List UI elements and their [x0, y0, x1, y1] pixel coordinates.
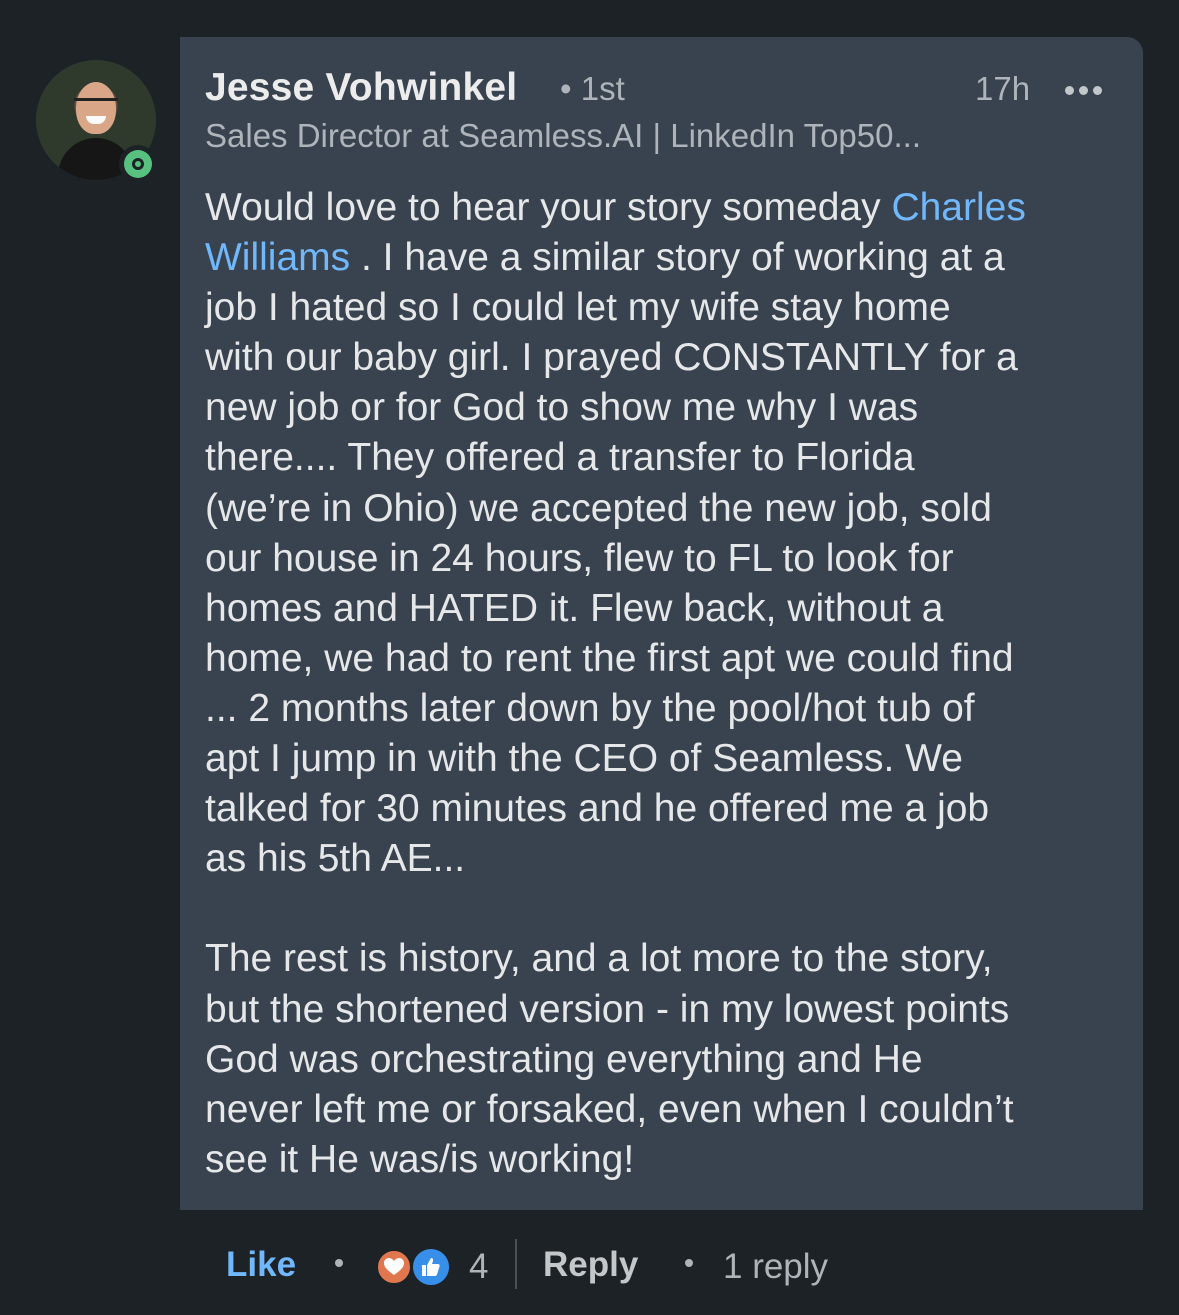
comment-line: as his 5th AE... [205, 834, 1130, 884]
comment-text-segment: but the shortened version - in my lowest… [205, 987, 1010, 1031]
comment-text-segment: there.... They offered a transfer to Flo… [205, 436, 915, 480]
comment-text-segment: new job or for God to show me why I was [205, 386, 919, 430]
comment-text-segment: ... 2 months later down by the pool/hot … [205, 686, 975, 730]
comment-line: The rest is history, and a lot more to t… [205, 934, 1130, 984]
action-divider [515, 1239, 517, 1289]
comment-text-segment: see it He was/is working! [205, 1137, 635, 1181]
online-dot-icon [124, 150, 152, 178]
more-dot-icon [1078, 85, 1088, 95]
comment-line: never left me or forsaked, even when I c… [205, 1085, 1130, 1135]
like-button[interactable]: Like [226, 1245, 296, 1285]
comment-line: apt I jump in with the CEO of Seamless. … [205, 734, 1130, 784]
comment-line: new job or for God to show me why I was [205, 383, 1130, 433]
comment-timestamp: 17h [975, 70, 1031, 107]
comment-text-segment: talked for 30 minutes and he offered me … [205, 787, 990, 831]
comment-line: see it He was/is working! [205, 1135, 1130, 1185]
comment-text-segment: (we’re in Ohio) we accepted the new job,… [205, 486, 992, 530]
comment-line: (we’re in Ohio) we accepted the new job,… [205, 484, 1130, 534]
mention-link[interactable]: Charles [891, 186, 1025, 229]
author-name[interactable]: Jesse Vohwinkel [205, 66, 517, 110]
comment-line: talked for 30 minutes and he offered me … [205, 784, 1130, 834]
comment-line: Williams . I have a similar story of wor… [205, 233, 1130, 283]
love-icon[interactable] [375, 1248, 413, 1286]
comment-text-segment: as his 5th AE... [205, 837, 466, 881]
comment-text-segment: The rest is history, and a lot more to t… [205, 937, 993, 981]
mention-link[interactable]: Williams [205, 236, 350, 279]
comment-text-segment: Would love to hear your story someday [205, 186, 892, 229]
comment-line: our house in 24 hours, flew to FL to loo… [205, 534, 1130, 584]
comment-line: Would love to hear your story someday Ch… [205, 183, 1130, 233]
online-status-badge [119, 145, 157, 183]
comment-line: job I hated so I could let my wife stay … [205, 283, 1130, 333]
like-icon[interactable] [410, 1246, 452, 1288]
more-dot-icon [1064, 85, 1074, 95]
avatar-glasses [74, 98, 118, 111]
comment-line: there.... They offered a transfer to Flo… [205, 433, 1130, 483]
comment-text-segment: God was orchestrating everything and He [205, 1037, 923, 1081]
comment-line: God was orchestrating everything and He [205, 1035, 1130, 1085]
comment-text-segment: job I hated so I could let my wife stay … [205, 286, 951, 330]
connection-degree: • 1st [560, 70, 625, 107]
comment-line: ... 2 months later down by the pool/hot … [205, 684, 1130, 734]
paragraph-break [205, 884, 1130, 934]
comment-text-segment: our house in 24 hours, flew to FL to loo… [205, 536, 954, 580]
comment-line: with our baby girl. I prayed CONSTANTLY … [205, 333, 1130, 383]
separator-dot [685, 1259, 693, 1267]
comment-text-segment: home, we had to rent the first apt we co… [205, 636, 1014, 680]
comment-line: home, we had to rent the first apt we co… [205, 634, 1130, 684]
reply-button[interactable]: Reply [543, 1245, 638, 1285]
comment-text-segment: apt I jump in with the CEO of Seamless. … [205, 737, 963, 781]
comment-text-segment: with our baby girl. I prayed CONSTANTLY … [205, 336, 1018, 380]
comment-line: but the shortened version - in my lowest… [205, 985, 1130, 1035]
more-dot-icon [1092, 85, 1102, 95]
comment-text-segment: . I have a similar story of working at a [350, 236, 1005, 280]
reaction-count[interactable]: 4 [469, 1247, 488, 1287]
comment-actions-bar: Like 4 Reply 1 reply [0, 1233, 1179, 1297]
separator-dot [335, 1259, 343, 1267]
replies-count-link[interactable]: 1 reply [723, 1247, 828, 1287]
comment-text-segment: homes and HATED it. Flew back, without a [205, 586, 944, 630]
comment-line: homes and HATED it. Flew back, without a [205, 584, 1130, 634]
comment-text-segment: never left me or forsaked, even when I c… [205, 1087, 1014, 1131]
comment-text: Would love to hear your story someday Ch… [205, 183, 1130, 1185]
author-headline: Sales Director at Seamless.AI | LinkedIn… [205, 117, 921, 154]
more-options-button[interactable] [1058, 72, 1108, 108]
comment-thread-item: Jesse Vohwinkel • 1st 17h Sales Director… [0, 0, 1179, 1315]
